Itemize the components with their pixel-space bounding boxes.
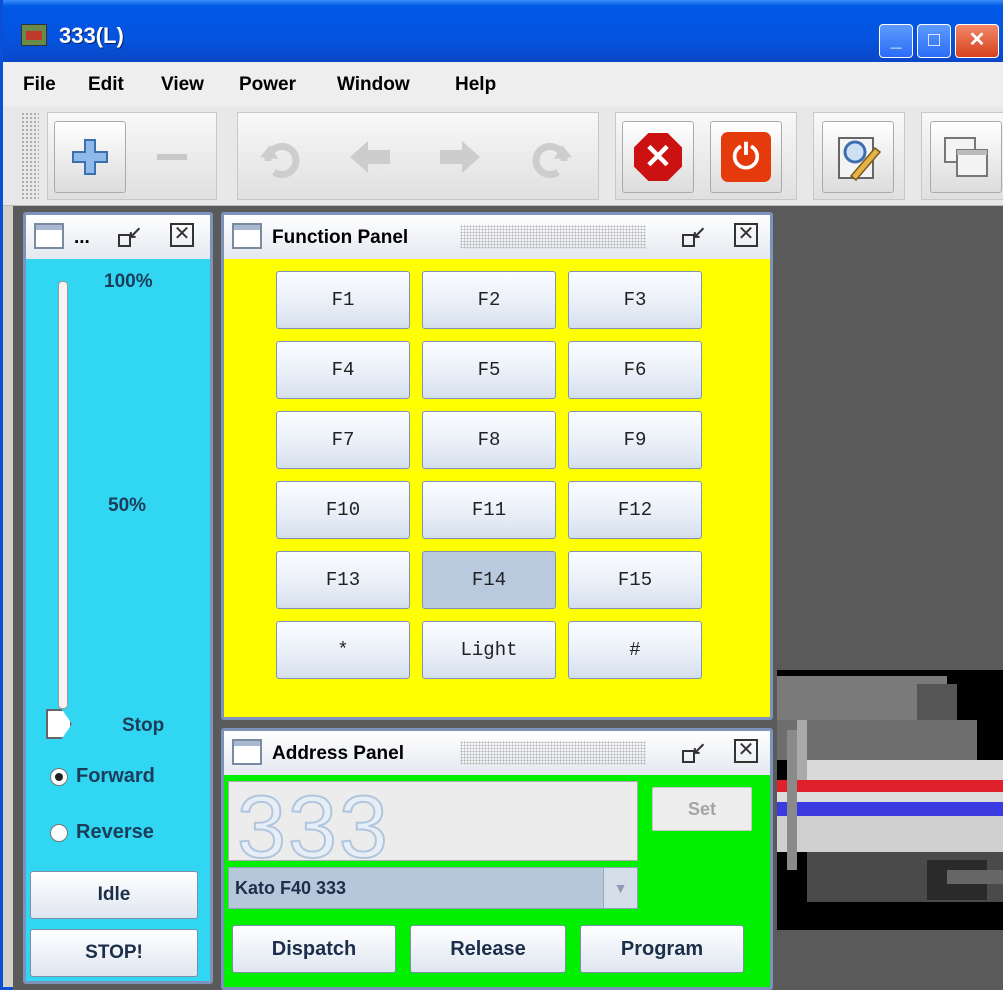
function-button-hash[interactable]: # [568,621,702,679]
toolbar: ✕ ⏻ [3,106,1003,206]
toolbar-group-preferences [813,112,905,200]
menu-window[interactable]: Window [337,74,410,96]
function-buttons-grid: F1 F2 F3 F4 F5 F6 F7 F8 F9 F10 F11 F12 F13 F14 F15 * Lig… [224,259,770,717]
function-button-f6[interactable]: F6 [568,341,702,399]
title-grip [460,225,646,249]
forward-radio-indicator[interactable] [50,767,68,786]
address-panel: 333 Set Kato F40 333 ▼ Dispatch Release … [224,775,770,987]
iconify-icon[interactable] [678,735,706,767]
roster-select[interactable]: Kato F40 333 ▼ [228,867,638,909]
throttle-title: ... [74,227,90,248]
address-field[interactable]: 333 [228,781,638,861]
windows-icon[interactable] [930,121,1002,193]
menu-file[interactable]: File [23,74,56,96]
function-button-f3[interactable]: F3 [568,271,702,329]
menu-power[interactable]: Power [239,74,296,96]
function-panel-frame: Function Panel ✕ F1F2F3F4F5F6F7F8F9F10F1… [221,212,773,720]
chevron-down-icon[interactable]: ▼ [603,868,637,908]
function-button-f14[interactable]: F14 [422,551,556,609]
toolbar-grip[interactable] [21,112,39,200]
remove-icon[interactable] [136,121,208,193]
function-button-star[interactable]: * [276,621,410,679]
function-button-f1[interactable]: F1 [276,271,410,329]
speed-label-50: 50% [108,495,147,516]
function-button-f10[interactable]: F10 [276,481,410,539]
close-frame-icon[interactable]: ✕ [170,223,194,247]
close-button[interactable]: ✕ [955,24,999,58]
release-button[interactable]: Release [410,925,566,973]
add-icon[interactable] [54,121,126,193]
function-button-f8[interactable]: F8 [422,411,556,469]
title-bar[interactable]: 333(L) _ □ ✕ [3,0,1003,62]
iconify-icon[interactable] [114,219,142,251]
address-panel-title-bar[interactable]: Address Panel ✕ [224,731,770,775]
throttle-frame: ... ✕ 100% 50% Stop Forward Reverse Idle [23,212,213,984]
close-frame-icon[interactable]: ✕ [734,739,758,763]
speed-slider-thumb[interactable] [46,709,72,739]
window-icon [232,739,262,765]
undo-icon[interactable] [246,121,318,193]
function-button-light[interactable]: Light [422,621,556,679]
toolbar-group-address [47,112,217,200]
redo-icon[interactable] [514,121,586,193]
address-panel-frame: Address Panel ✕ 333 Set Kato F40 333 ▼ D… [221,728,773,990]
toolbar-group-navigation [237,112,599,200]
function-button-f13[interactable]: F13 [276,551,410,609]
roster-selected-value: Kato F40 333 [235,878,347,898]
toolbar-group-power: ✕ ⏻ [615,112,797,200]
stop-all-icon[interactable]: ✕ [622,121,694,193]
back-icon[interactable] [334,121,406,193]
function-button-f9[interactable]: F9 [568,411,702,469]
forward-radio[interactable]: Forward [50,765,155,788]
menu-help[interactable]: Help [455,74,496,96]
power-icon[interactable]: ⏻ [710,121,782,193]
desktop-pane: ... ✕ 100% 50% Stop Forward Reverse Idle [13,206,1003,990]
window-icon [232,223,262,249]
menu-edit[interactable]: Edit [88,74,124,96]
forward-icon[interactable] [424,121,496,193]
speed-label-stop: Stop [122,715,165,736]
function-button-f7[interactable]: F7 [276,411,410,469]
reverse-label: Reverse [76,821,154,843]
toolbar-group-windows [921,112,1003,200]
throttle-title-bar[interactable]: ... ✕ [26,215,210,259]
iconify-icon[interactable] [678,219,706,251]
address-panel-title: Address Panel [272,743,404,764]
address-value: 333 [236,781,390,861]
program-button[interactable]: Program [580,925,744,973]
idle-button[interactable]: Idle [30,871,198,919]
function-button-f15[interactable]: F15 [568,551,702,609]
title-grip [460,741,646,765]
reverse-radio[interactable]: Reverse [50,821,154,844]
forward-label: Forward [76,765,155,787]
maximize-button[interactable]: □ [917,24,951,58]
function-button-f11[interactable]: F11 [422,481,556,539]
set-button[interactable]: Set [652,787,752,831]
preferences-icon[interactable] [822,121,894,193]
locomotive-image [777,670,1003,930]
window-icon [34,223,64,249]
stop-button[interactable]: STOP! [30,929,198,977]
function-button-f4[interactable]: F4 [276,341,410,399]
function-button-f5[interactable]: F5 [422,341,556,399]
function-panel-title-bar[interactable]: Function Panel ✕ [224,215,770,259]
function-button-f2[interactable]: F2 [422,271,556,329]
throttle-panel: 100% 50% Stop Forward Reverse Idle STOP! [26,259,210,981]
menu-view[interactable]: View [161,74,204,96]
function-panel-title: Function Panel [272,227,409,248]
minimize-button[interactable]: _ [879,24,913,58]
speed-slider-track[interactable] [58,281,68,709]
app-window: 333(L) _ □ ✕ File Edit View Power Window… [0,0,1003,990]
speed-label-100: 100% [104,271,153,292]
dispatch-button[interactable]: Dispatch [232,925,396,973]
window-title: 333(L) [59,23,124,48]
function-button-f12[interactable]: F12 [568,481,702,539]
app-icon [21,24,47,46]
menu-bar: File Edit View Power Window Help [3,62,1003,106]
close-frame-icon[interactable]: ✕ [734,223,758,247]
reverse-radio-indicator[interactable] [50,823,68,842]
